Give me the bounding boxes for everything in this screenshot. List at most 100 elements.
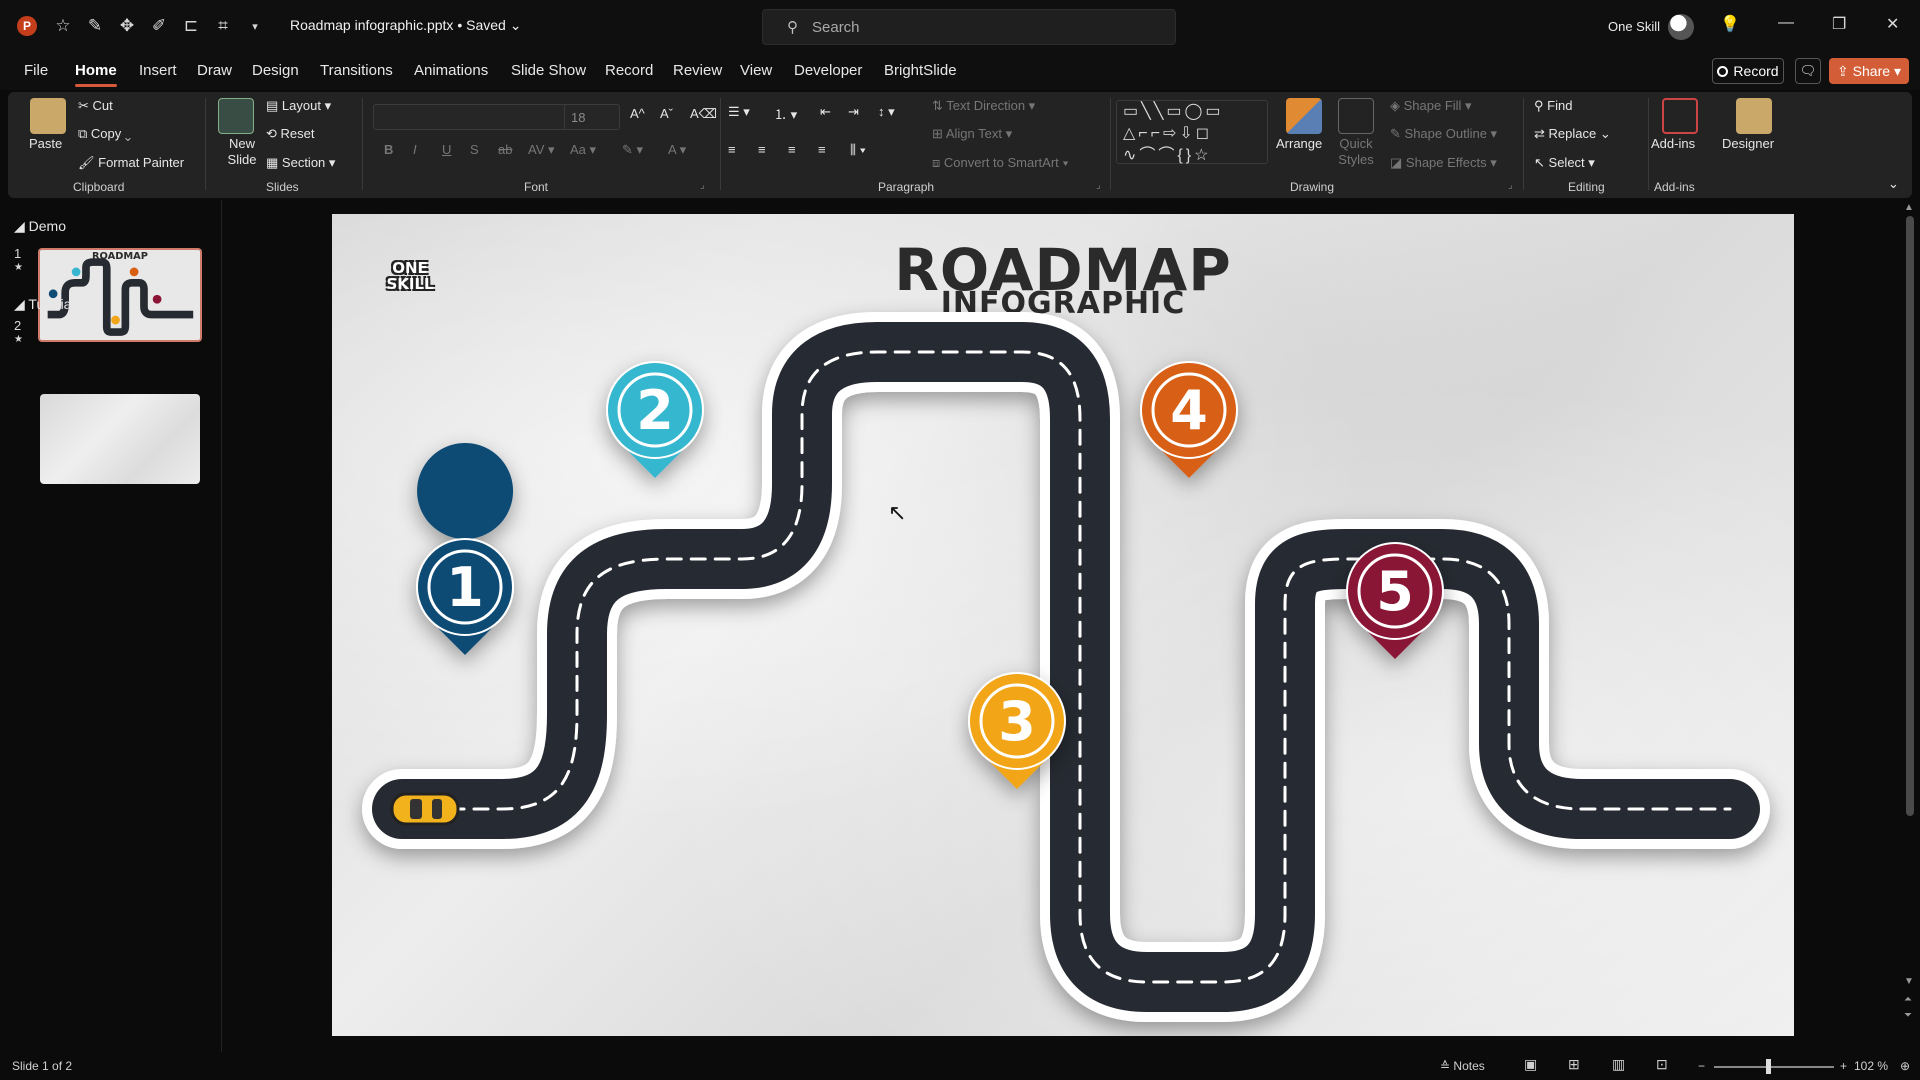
slide-1[interactable]: ONE SKILL ROADMAP INFOGRAPHIC 1 2 3 4 5 … xyxy=(332,214,1794,1036)
comments-button[interactable]: 🗨 xyxy=(1795,58,1821,84)
scrollbar-thumb[interactable] xyxy=(1906,216,1914,816)
slideshow-icon[interactable]: ⊡ xyxy=(1656,1056,1668,1073)
format-painter-button[interactable]: 🖌 Format Painter xyxy=(78,155,184,171)
shadow-icon[interactable]: S xyxy=(470,142,479,157)
search-input[interactable]: ⚲ Search xyxy=(762,9,1176,45)
section-demo[interactable]: ◢ Demo xyxy=(14,218,66,235)
tab-draw[interactable]: Draw xyxy=(197,62,232,79)
milestone-pin-4[interactable]: 4 xyxy=(1140,361,1238,478)
decrease-font-icon[interactable]: Aˇ xyxy=(660,106,673,121)
increase-font-icon[interactable]: A^ xyxy=(630,106,645,121)
pen-icon[interactable]: ✎ xyxy=(84,15,106,37)
tab-slide-show[interactable]: Slide Show xyxy=(511,62,586,79)
zoom-in-icon[interactable]: + xyxy=(1840,1059,1847,1073)
align-text-button[interactable]: ⊞ Align Text ▾ xyxy=(932,126,1012,142)
underline-icon[interactable]: U xyxy=(442,142,451,157)
shapes-gallery[interactable]: ▭╲╲▭◯▭ △⌐⌐⇨⇩◻ ∿⌒⌒{}☆ xyxy=(1116,100,1268,164)
dialog-launcher-icon[interactable]: ⌟ xyxy=(1096,180,1101,191)
section-tutorial[interactable]: ◢ Tutorial xyxy=(14,296,75,313)
user-name[interactable]: One Skill xyxy=(1608,19,1660,34)
restore-icon[interactable]: ❐ xyxy=(1832,14,1846,34)
next-slide-icon[interactable]: ⏷ xyxy=(1904,1010,1912,1021)
add-ins-icon[interactable] xyxy=(1662,98,1698,134)
increase-indent-icon[interactable]: ⇥ xyxy=(848,104,859,120)
change-case-icon[interactable]: Aa ▾ xyxy=(570,142,596,158)
cut-button[interactable]: ✂ Cut xyxy=(78,98,113,114)
font-color-icon[interactable]: A ▾ xyxy=(668,142,686,158)
reset-button[interactable]: ⟲ Reset xyxy=(266,126,315,142)
tab-design[interactable]: Design xyxy=(252,62,299,79)
minimize-icon[interactable]: — xyxy=(1778,14,1794,32)
add-ins-button[interactable]: Add-ins xyxy=(1651,136,1695,151)
align-right-icon[interactable]: ≡ xyxy=(788,142,796,157)
reading-view-icon[interactable]: ▥ xyxy=(1612,1056,1625,1073)
fit-slide-icon[interactable]: ⊕ xyxy=(1900,1059,1910,1073)
shape-fill-button[interactable]: ◈ Shape Fill ▾ xyxy=(1390,98,1472,114)
font-name-field[interactable] xyxy=(373,104,568,130)
convert-smartart-button[interactable]: ⧈ Convert to SmartArt ▾ xyxy=(932,155,1069,171)
zoom-level[interactable]: 102 % xyxy=(1854,1059,1888,1073)
strikethrough-icon[interactable]: ab xyxy=(498,142,512,157)
arrange-button[interactable]: Arrange xyxy=(1276,136,1322,151)
quick-styles-button[interactable]: Quick Styles xyxy=(1338,136,1374,168)
dialog-launcher-icon[interactable]: ⌟ xyxy=(700,180,705,191)
zoom-slider-thumb[interactable] xyxy=(1766,1059,1771,1074)
customize-quick-access-icon[interactable]: ▾ xyxy=(244,15,266,37)
slide-thumbnail-1[interactable]: ROADMAP xyxy=(38,248,202,342)
star-icon[interactable]: ☆ xyxy=(52,15,74,37)
close-icon[interactable]: ✕ xyxy=(1886,14,1899,34)
crop-icon[interactable]: ⌗ xyxy=(212,15,234,37)
tab-insert[interactable]: Insert xyxy=(139,62,177,79)
bold-icon[interactable]: B xyxy=(384,142,393,157)
move-icon[interactable]: ✥ xyxy=(116,15,138,37)
previous-slide-icon[interactable]: ⏶ xyxy=(1904,994,1912,1005)
scroll-up-icon[interactable]: ▲ xyxy=(1904,202,1914,213)
highlight-icon[interactable]: ✎ ▾ xyxy=(622,142,643,158)
normal-view-icon[interactable]: ▣ xyxy=(1524,1056,1537,1073)
tab-developer[interactable]: Developer xyxy=(794,62,862,79)
quick-styles-icon[interactable] xyxy=(1338,98,1374,134)
scroll-down-icon[interactable]: ▼ xyxy=(1904,976,1914,987)
tab-view[interactable]: View xyxy=(740,62,772,79)
draw-icon[interactable]: ✐ xyxy=(148,15,170,37)
milestone-pin-5[interactable]: 5 xyxy=(1346,542,1444,659)
tab-review[interactable]: Review xyxy=(673,62,722,79)
share-button[interactable]: ⇪ Share ▾ xyxy=(1829,58,1909,84)
character-spacing-icon[interactable]: AV ▾ xyxy=(528,142,555,158)
zoom-out-icon[interactable]: − xyxy=(1698,1059,1705,1073)
dialog-launcher-icon[interactable]: ⌟ xyxy=(1508,180,1513,191)
columns-icon[interactable]: ⫼ ▾ xyxy=(850,142,866,158)
copy-button[interactable]: ⧉ Copy ⌄ xyxy=(78,126,131,142)
slide-sorter-icon[interactable]: ⊞ xyxy=(1568,1056,1580,1073)
new-slide-icon[interactable] xyxy=(218,98,254,134)
document-title[interactable]: Roadmap infographic.pptx • Saved ⌄ xyxy=(290,17,521,34)
find-button[interactable]: ⚲ Find xyxy=(1534,98,1572,114)
tab-record[interactable]: Record xyxy=(605,62,653,79)
bullets-icon[interactable]: ☰ ▾ xyxy=(728,104,750,120)
section-button[interactable]: ▦ Section ▾ xyxy=(266,155,335,171)
lightbulb-icon[interactable]: 💡 xyxy=(1720,14,1740,34)
milestone-pin-2[interactable]: 2 xyxy=(606,361,704,478)
milestone-pin-1[interactable]: 1 xyxy=(416,443,514,655)
select-button[interactable]: ↖ Select ▾ xyxy=(1534,155,1595,171)
align-center-icon[interactable]: ≡ xyxy=(758,142,766,157)
tab-transitions[interactable]: Transitions xyxy=(320,62,393,79)
align-icon[interactable]: ⊏ xyxy=(180,15,202,37)
font-size-field[interactable]: 18 xyxy=(564,104,620,130)
notes-button[interactable]: ≙ Notes xyxy=(1440,1059,1485,1073)
designer-button[interactable]: Designer xyxy=(1722,136,1774,151)
arrange-icon[interactable] xyxy=(1286,98,1322,134)
paste-button[interactable]: Paste xyxy=(29,136,62,151)
avatar[interactable] xyxy=(1668,14,1694,40)
new-slide-button[interactable]: New Slide xyxy=(222,136,262,168)
shape-outline-button[interactable]: ✎ Shape Outline ▾ xyxy=(1390,126,1497,142)
align-left-icon[interactable]: ≡ xyxy=(728,142,736,157)
collapse-ribbon-icon[interactable]: ⌄ xyxy=(1888,176,1899,192)
paste-icon[interactable] xyxy=(30,98,66,134)
justify-icon[interactable]: ≡ xyxy=(818,142,826,157)
clear-formatting-icon[interactable]: A⌫ xyxy=(690,106,717,122)
text-direction-button[interactable]: ⇅ Text Direction ▾ xyxy=(932,98,1035,114)
decrease-indent-icon[interactable]: ⇤ xyxy=(820,104,831,120)
replace-button[interactable]: ⇄ Replace ⌄ xyxy=(1534,126,1611,142)
numbering-icon[interactable]: ⒈ ▾ xyxy=(774,104,797,123)
